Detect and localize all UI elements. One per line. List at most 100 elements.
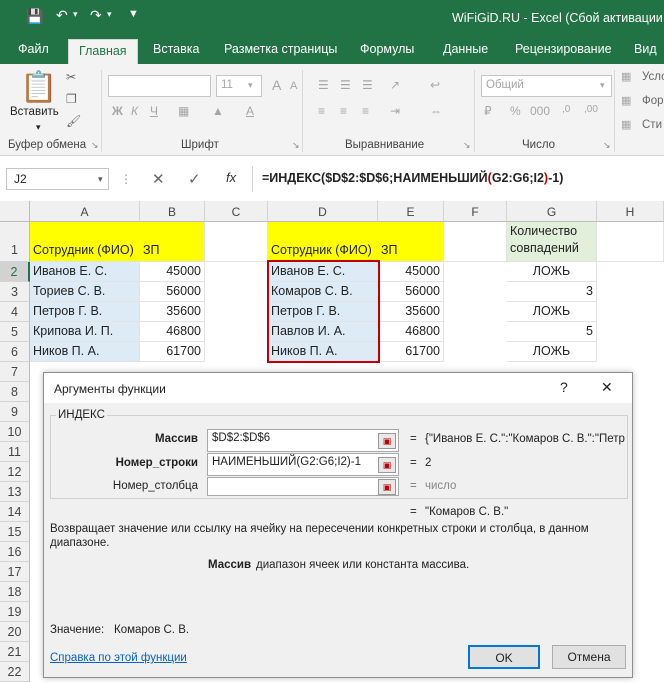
cell-a6[interactable]: Ников П. А. — [30, 342, 140, 362]
cell-a3[interactable]: Ториев С. В. — [30, 282, 140, 302]
font-launcher-icon[interactable]: ↘ — [292, 140, 300, 151]
bold-icon[interactable]: Ж — [112, 104, 123, 118]
column-header-c[interactable]: C — [205, 201, 268, 222]
cell-g4[interactable]: ЛОЖЬ — [507, 302, 597, 322]
alignment-launcher-icon[interactable]: ↘ — [463, 140, 471, 151]
cell-g6[interactable]: ЛОЖЬ — [507, 342, 597, 362]
underline-icon[interactable]: Ч — [150, 104, 158, 118]
close-button[interactable]: ✕ — [601, 379, 613, 396]
percent-icon[interactable]: % — [510, 104, 521, 118]
arg-input-array[interactable]: $D$2:$D$6 — [207, 429, 399, 452]
column-header-e[interactable]: E — [378, 201, 444, 222]
number-format-box[interactable]: Общий — [481, 75, 612, 97]
insert-function-icon[interactable]: fx — [226, 170, 236, 185]
collapse-dialog-icon[interactable]: ▣ — [378, 433, 396, 449]
cancel-entry-icon[interactable]: ✕ — [152, 170, 165, 188]
row-header-15[interactable]: 15 — [0, 522, 30, 542]
name-box-dropdown-icon[interactable]: ▾ — [98, 174, 103, 185]
redo-icon[interactable]: ↷ — [90, 7, 102, 24]
indent-icon[interactable]: ⇥ — [390, 104, 400, 118]
save-icon[interactable]: 💾 — [26, 8, 43, 25]
tab-review[interactable]: Рецензирование — [515, 42, 612, 56]
align-bottom-icon[interactable]: ☰ — [362, 78, 373, 92]
row-header-6[interactable]: 6 — [0, 342, 30, 362]
customize-qat-icon[interactable]: ▼ — [128, 8, 139, 20]
row-header-5[interactable]: 5 — [0, 322, 30, 342]
cell-e4[interactable]: 35600 — [378, 302, 444, 322]
cell-f1[interactable] — [444, 222, 507, 262]
enter-entry-icon[interactable]: ✓ — [188, 170, 201, 188]
clipboard-launcher-icon[interactable]: ↘ — [91, 140, 99, 151]
font-color-icon[interactable]: A — [246, 104, 254, 118]
paste-button[interactable]: Вставить — [10, 106, 59, 118]
cell-g3[interactable]: 3 — [507, 282, 597, 302]
tab-data[interactable]: Данные — [443, 42, 488, 56]
column-header-b[interactable]: B — [140, 201, 205, 222]
cell-e3[interactable]: 56000 — [378, 282, 444, 302]
row-header-8[interactable]: 8 — [0, 382, 30, 402]
cell-c1[interactable] — [205, 222, 268, 262]
row-header-11[interactable]: 11 — [0, 442, 30, 462]
cell-e2[interactable]: 45000 — [378, 262, 444, 282]
merge-center-icon[interactable]: ⇔ — [430, 104, 442, 118]
tab-page-layout[interactable]: Разметка страницы — [224, 42, 337, 56]
cell-b2[interactable]: 45000 — [140, 262, 205, 282]
column-header-f[interactable]: F — [444, 201, 507, 222]
orientation-icon[interactable]: ↗ — [390, 78, 400, 92]
row-header-9[interactable]: 9 — [0, 402, 30, 422]
column-header-a[interactable]: A — [30, 201, 140, 222]
row-header-21[interactable]: 21 — [0, 642, 30, 662]
align-left-icon[interactable]: ≡ — [318, 104, 325, 118]
undo-dropdown-icon[interactable]: ▾ — [73, 9, 78, 20]
cell-g5[interactable]: 5 — [507, 322, 597, 342]
cell-b3[interactable]: 56000 — [140, 282, 205, 302]
wrap-text-icon[interactable]: ↩ — [430, 78, 440, 92]
row-header-16[interactable]: 16 — [0, 542, 30, 562]
row-header-20[interactable]: 20 — [0, 622, 30, 642]
cell-b6[interactable]: 61700 — [140, 342, 205, 362]
collapse-dialog-icon[interactable]: ▣ — [378, 457, 396, 473]
increase-decimal-icon[interactable]: ,0 — [562, 104, 570, 115]
row-header-18[interactable]: 18 — [0, 582, 30, 602]
cell-e6[interactable]: 61700 — [378, 342, 444, 362]
decrease-font-icon[interactable]: A — [290, 80, 297, 92]
cell-a4[interactable]: Петров Г. В. — [30, 302, 140, 322]
cell-a1[interactable]: Сотрудник (ФИО) — [30, 222, 140, 262]
column-header-g[interactable]: G — [507, 201, 597, 222]
align-center-icon[interactable]: ≡ — [340, 104, 347, 118]
undo-icon[interactable]: ↶ — [56, 7, 68, 24]
number-launcher-icon[interactable]: ↘ — [603, 140, 611, 151]
font-size-dropdown-icon[interactable]: ▾ — [248, 80, 253, 91]
number-format-dropdown-icon[interactable]: ▾ — [600, 80, 605, 91]
cell-b1[interactable]: ЗП — [140, 222, 205, 262]
row-header-4[interactable]: 4 — [0, 302, 30, 322]
cell-a5[interactable]: Крипова И. П. — [30, 322, 140, 342]
align-right-icon[interactable]: ≡ — [362, 104, 369, 118]
select-all-corner[interactable] — [0, 201, 30, 222]
arg-input-row-num[interactable]: НАИМЕНЬШИЙ(G2:G6;I2)-1 — [207, 453, 399, 476]
paste-dropdown-icon[interactable]: ▾ — [36, 122, 41, 133]
cell-h1[interactable] — [597, 222, 664, 262]
font-size-box[interactable]: 11 — [216, 75, 262, 97]
row-header-2[interactable]: 2 — [0, 262, 30, 282]
cell-b4[interactable]: 35600 — [140, 302, 205, 322]
row-header-22[interactable]: 22 — [0, 662, 30, 682]
cut-icon[interactable]: ✂ — [66, 70, 76, 84]
cell-b5[interactable]: 46800 — [140, 322, 205, 342]
cell-e5[interactable]: 46800 — [378, 322, 444, 342]
column-header-h[interactable]: H — [597, 201, 664, 222]
cell-styles-button[interactable]: Сти — [642, 119, 662, 131]
ok-button[interactable]: OK — [468, 645, 540, 669]
formula-text[interactable]: =ИНДЕКС($D$2:$D$6;НАИМЕНЬШИЙ(G2:G6;I2)-1… — [262, 171, 563, 185]
row-header-17[interactable]: 17 — [0, 562, 30, 582]
collapse-dialog-icon[interactable]: ▣ — [378, 479, 396, 495]
align-top-icon[interactable]: ☰ — [318, 78, 329, 92]
tab-view[interactable]: Вид — [634, 42, 657, 56]
cell-g2[interactable]: ЛОЖЬ — [507, 262, 597, 282]
row-header-19[interactable]: 19 — [0, 602, 30, 622]
help-link[interactable]: Справка по этой функции — [50, 652, 187, 664]
decrease-decimal-icon[interactable]: ,00 — [584, 104, 598, 115]
row-header-3[interactable]: 3 — [0, 282, 30, 302]
cell-g1[interactable]: Количество совпадений — [507, 222, 597, 262]
tab-formulas[interactable]: Формулы — [360, 42, 414, 56]
